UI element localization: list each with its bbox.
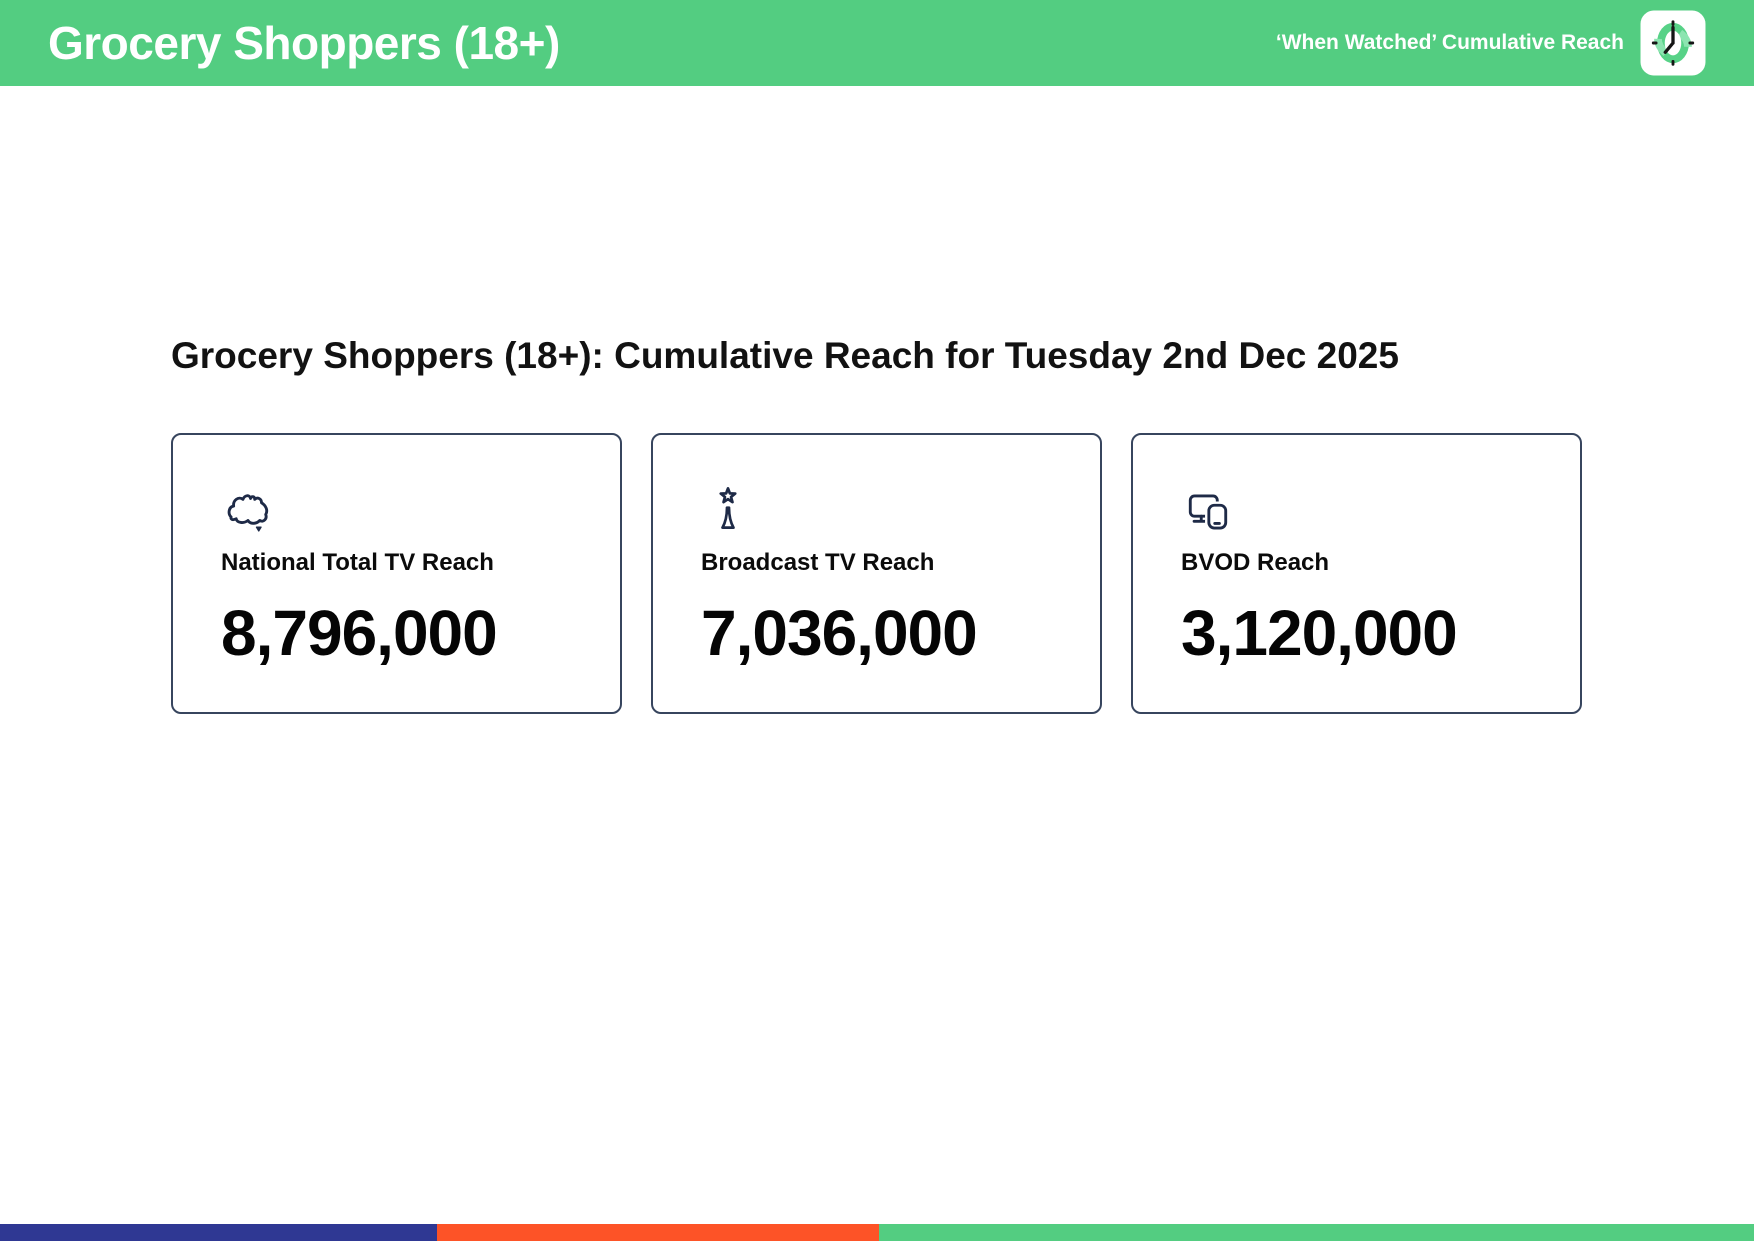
kpi-cards-row: National Total TV Reach 8,796,000 Broadc… <box>171 433 1583 715</box>
header-subtitle: ‘When Watched’ Cumulative Reach <box>1275 31 1624 54</box>
kpi-card-national-total-tv: National Total TV Reach 8,796,000 <box>171 433 622 715</box>
app-title: Grocery Shoppers (18+) <box>48 17 560 69</box>
kpi-label: BVOD Reach <box>1181 549 1330 577</box>
devices-icon <box>1188 494 1230 533</box>
clock-logo-icon <box>1640 10 1706 76</box>
footer-segment-indigo <box>0 1224 437 1241</box>
page-heading: Grocery Shoppers (18+): Cumulative Reach… <box>171 335 1399 376</box>
australia-map-icon <box>227 494 269 533</box>
footer-segment-green <box>878 1224 1754 1241</box>
main-content: Grocery Shoppers (18+): Cumulative Reach… <box>0 86 1754 715</box>
footer-color-bar <box>0 1224 1754 1241</box>
kpi-value: 3,120,000 <box>1181 597 1458 670</box>
broadcast-tower-icon <box>719 487 737 530</box>
kpi-card-bvod: BVOD Reach 3,120,000 <box>1131 433 1582 715</box>
app-header: Grocery Shoppers (18+) ‘When Watched’ Cu… <box>0 0 1754 86</box>
kpi-value: 7,036,000 <box>701 597 978 670</box>
header-right-group: ‘When Watched’ Cumulative Reach <box>1276 10 1706 76</box>
kpi-card-broadcast-tv: Broadcast TV Reach 7,036,000 <box>651 433 1102 715</box>
footer-segment-orange <box>436 1224 879 1241</box>
kpi-value: 8,796,000 <box>221 597 498 670</box>
kpi-label: Broadcast TV Reach <box>701 549 935 577</box>
kpi-label: National Total TV Reach <box>221 549 494 577</box>
